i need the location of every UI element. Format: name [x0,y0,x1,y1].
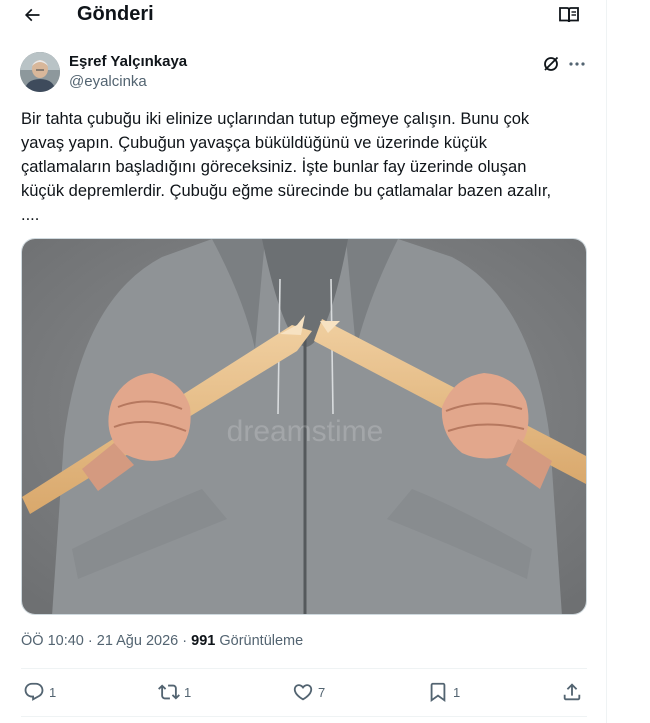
meta-separator: · [182,633,188,649]
like-button[interactable]: 7 [292,680,325,704]
reader-mode-button[interactable] [557,4,581,26]
arrow-left-icon [24,8,40,22]
reply-button[interactable]: 1 [23,680,56,704]
page-title: Gönderi [77,3,154,25]
tweet-media-image[interactable]: dreamstime [21,238,587,615]
views-count: 991 [191,633,216,649]
repost-button[interactable]: 1 [158,680,191,704]
more-dots-icon [569,62,585,66]
grok-button[interactable] [540,53,562,75]
reply-icon [24,682,44,701]
bookmark-count: 1 [453,684,461,700]
action-bar: 1 1 7 1 [21,672,587,714]
author-row: Eşref Yalçınkaya @eyalcinka [20,52,590,94]
divider [21,668,587,669]
author-name[interactable]: Eşref Yalçınkaya [69,53,187,70]
author-handle[interactable]: @eyalcinka [69,73,147,90]
tweet-text: Bir tahta çubuğu iki elinize uçlarından … [21,110,552,224]
repost-count: 1 [184,684,192,700]
share-button[interactable] [561,680,583,704]
post-column: Gönderi Eşref Yalçınkaya @eyalcinka Bir … [0,0,607,723]
bookmark-icon [430,682,446,703]
avatar[interactable] [20,52,60,92]
views-label: Görüntüleme [219,633,304,649]
post-header: Gönderi [0,0,607,32]
back-button[interactable] [18,2,46,28]
grok-icon [544,56,559,71]
more-options-button[interactable] [566,53,588,75]
tweet-time[interactable]: ÖÖ 10:40 [21,633,84,649]
bookmark-button[interactable]: 1 [427,680,460,704]
tweet-meta: ÖÖ 10:40 · 21 Ağu 2026 · 991 Görüntüleme [21,633,303,649]
reader-book-icon [559,7,579,23]
tweet-date[interactable]: 21 Ağu 2026 [97,633,178,649]
meta-separator: · [87,633,93,649]
heart-icon [293,684,313,701]
share-icon [563,683,581,701]
like-count: 7 [318,684,326,700]
divider [21,716,587,717]
watermark: dreamstime [227,415,384,448]
repost-icon [158,684,180,700]
reply-count: 1 [49,684,57,700]
